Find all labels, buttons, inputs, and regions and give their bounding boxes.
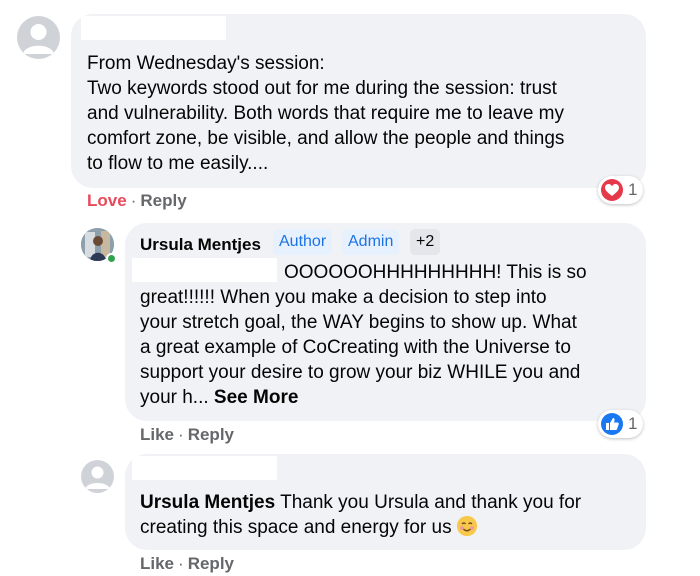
- more-badges[interactable]: +2: [410, 229, 441, 255]
- reply-link[interactable]: Reply: [188, 554, 234, 573]
- love-link[interactable]: Love: [87, 191, 127, 210]
- comment-author[interactable]: Ursula Mentjes: [140, 492, 275, 513]
- default-user-icon: [23, 24, 54, 54]
- redacted-mention: [132, 258, 277, 282]
- comment-actions: Like · Reply: [140, 425, 234, 444]
- comment-text: creating this space and energy for us: [140, 515, 477, 540]
- online-status-dot: [106, 253, 117, 264]
- comment-text: support your desire to grow your biz WHI…: [140, 362, 581, 383]
- like-link[interactable]: Like: [140, 425, 174, 444]
- author-badge[interactable]: Author: [273, 229, 333, 255]
- heart-icon: [601, 179, 623, 201]
- comment-text: OOOOOOHHHHHHHHH! This is so: [284, 262, 587, 283]
- comment-text: your stretch goal, the WAY begins to sho…: [140, 312, 577, 333]
- reply-link[interactable]: Reply: [140, 191, 186, 210]
- thumbs-up-icon: [601, 413, 623, 435]
- smiling-face-icon: [456, 516, 477, 536]
- comment-actions: Love · Reply: [87, 191, 187, 210]
- comment-text-last: your h... See More: [140, 387, 299, 408]
- admin-badge[interactable]: Admin: [342, 229, 400, 255]
- see-more-link[interactable]: See More: [214, 387, 298, 408]
- reply-link[interactable]: Reply: [188, 425, 234, 444]
- avatar[interactable]: [17, 16, 60, 59]
- reaction-count[interactable]: 1: [598, 410, 644, 438]
- redacted-name: [81, 16, 226, 40]
- like-link[interactable]: Like: [140, 554, 174, 573]
- comment-text: Ursula Mentjes Thank you Ursula and than…: [140, 492, 582, 513]
- redacted-name: [132, 456, 277, 480]
- comment-text: great!!!!!! When you make a decision to …: [140, 287, 547, 308]
- comment-author[interactable]: Ursula Mentjes: [140, 232, 261, 257]
- default-user-icon: [85, 466, 110, 489]
- comment-text: From Wednesday's session: Two keywords s…: [87, 53, 565, 174]
- reaction-count[interactable]: 1: [598, 176, 644, 204]
- comment-text: a great example of CoCreating with the U…: [140, 337, 571, 358]
- comment-actions: Like · Reply: [140, 554, 234, 573]
- avatar[interactable]: [81, 460, 114, 493]
